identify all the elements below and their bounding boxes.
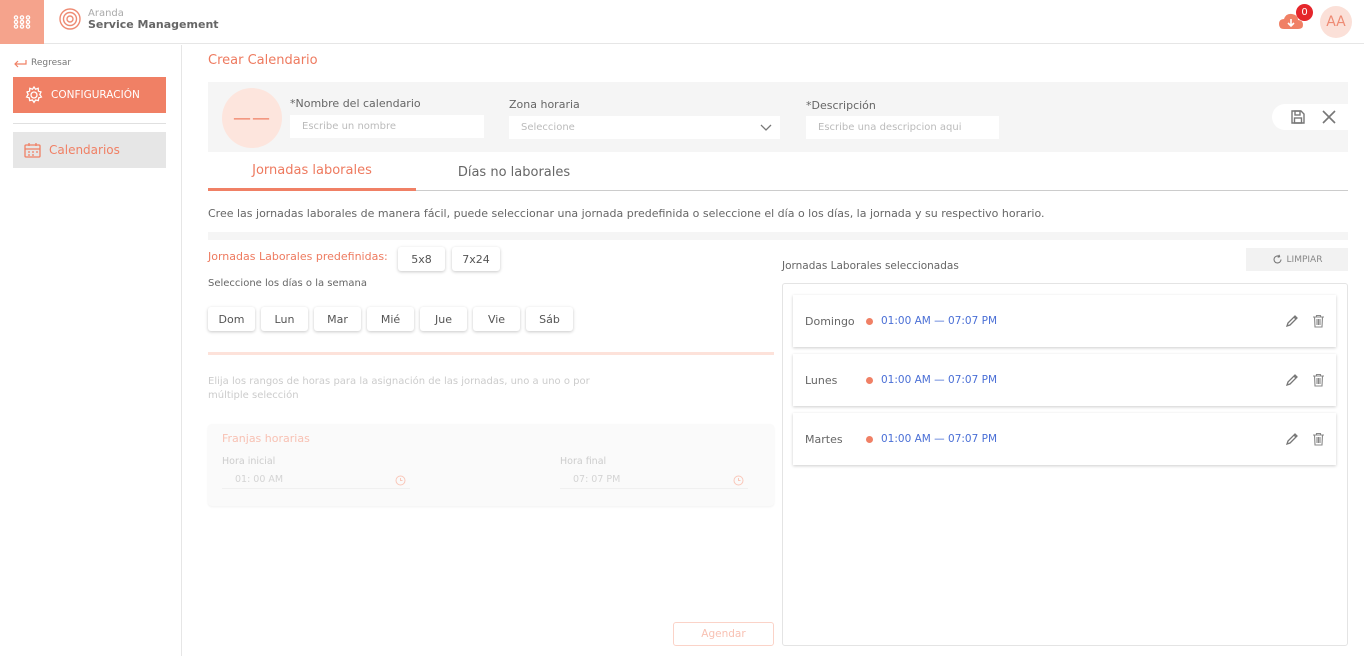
days-label: Seleccione los días o la semana (208, 278, 367, 289)
time-ranges-title: Franjas horarias (222, 432, 310, 445)
start-time-input[interactable]: 01: 00 AM (222, 471, 410, 489)
clear-label: LIMPIAR (1286, 254, 1323, 265)
day-button-jue[interactable]: Jue (420, 307, 467, 331)
day-button-mar[interactable]: Mar (314, 307, 361, 331)
timezone-placeholder: Seleccione (521, 122, 575, 133)
sidebar-item-calendarios[interactable]: Calendarios (13, 132, 166, 168)
trash-icon[interactable] (1312, 432, 1325, 446)
day-time-range: 01:00 AM — 07:07 PM (881, 433, 998, 445)
tab-jornadas-laborales[interactable]: Jornadas laborales (208, 153, 416, 191)
back-link[interactable]: Regresar (13, 58, 71, 68)
clock-icon (395, 475, 406, 486)
day-button-mie[interactable]: Mié (367, 307, 414, 331)
user-avatar[interactable]: AA (1320, 6, 1352, 38)
list-item: Martes 01:00 AM — 07:07 PM (793, 413, 1336, 465)
day-time-range: 01:00 AM — 07:07 PM (881, 374, 998, 386)
end-time-value: 07: 07 PM (573, 474, 621, 485)
day-button-sab[interactable]: Sáb (526, 307, 573, 331)
save-icon[interactable] (1290, 109, 1306, 125)
predefined-label: Jornadas Laborales predefinidas: (208, 250, 388, 263)
configuration-button[interactable]: CONFIGURACIÓN (13, 77, 166, 113)
agendar-button[interactable]: Agendar (673, 622, 774, 646)
day-name: Martes (805, 432, 843, 446)
refresh-icon (1272, 254, 1282, 264)
brand-product: Service Management (88, 18, 219, 31)
status-dot (866, 317, 873, 325)
timezone-field-label: Zona horaria (509, 98, 580, 111)
end-time-input[interactable]: 07: 07 PM (560, 471, 748, 489)
clock-icon (733, 475, 744, 486)
end-time-label: Hora final (560, 456, 607, 467)
start-time-value: 01: 00 AM (235, 474, 284, 485)
tab-dias-no-laborales[interactable]: Días no laborales (416, 153, 612, 191)
clear-button[interactable]: LIMPIAR (1246, 248, 1348, 271)
aranda-logo-icon (59, 8, 81, 30)
calendar-avatar: —— (222, 88, 282, 148)
preset-5x8-button[interactable]: 5x8 (398, 247, 445, 271)
edit-icon[interactable] (1285, 432, 1299, 446)
day-button-lun[interactable]: Lun (261, 307, 308, 331)
configuration-label: CONFIGURACIÓN (51, 89, 140, 101)
start-time-label: Hora inicial (222, 456, 276, 467)
ranges-hint: Elija los rangos de horas para la asigna… (208, 376, 590, 401)
close-icon[interactable] (1321, 109, 1337, 125)
description-input[interactable]: Escribe una descripcion aqui (806, 116, 999, 139)
edit-icon[interactable] (1285, 314, 1299, 328)
preset-7x24-button[interactable]: 7x24 (452, 247, 500, 271)
grid-icon (13, 15, 31, 29)
day-button-vie[interactable]: Vie (473, 307, 520, 331)
back-label: Regresar (31, 58, 72, 68)
sidebar-item-label: Calendarios (49, 143, 120, 157)
time-ranges-card: Franjas horarias Hora inicial 01: 00 AM … (208, 424, 774, 506)
back-arrow-icon (14, 59, 27, 67)
sidebar-divider (13, 123, 166, 124)
sidebar: Regresar CONFIGURACIÓN Calendarios (0, 45, 182, 656)
description-field-label: *Descripción (806, 99, 876, 112)
selected-label: Jornadas Laborales seleccionadas (782, 260, 959, 272)
apps-menu-button[interactable] (0, 0, 44, 44)
status-dot (866, 435, 873, 443)
trash-icon[interactable] (1312, 314, 1325, 328)
gear-icon (25, 86, 43, 104)
section-progress-line (208, 352, 774, 355)
chevron-down-icon (760, 124, 772, 131)
list-item: Domingo 01:00 AM — 07:07 PM (793, 295, 1336, 347)
calendar-name-input[interactable]: Escribe un nombre (290, 115, 484, 138)
day-time-range: 01:00 AM — 07:07 PM (881, 315, 998, 327)
selected-list: Domingo 01:00 AM — 07:07 PM Lunes 01:00 … (782, 283, 1348, 646)
name-field-label: *Nombre del calendario (290, 97, 421, 110)
day-name: Lunes (805, 373, 838, 387)
calendar-icon (24, 142, 41, 158)
trash-icon[interactable] (1312, 373, 1325, 387)
intro-text: Cree las jornadas laborales de manera fá… (208, 207, 1045, 220)
list-item: Lunes 01:00 AM — 07:07 PM (793, 354, 1336, 406)
tabs: Jornadas laborales Días no laborales (208, 153, 1348, 191)
notification-badge: 0 (1296, 4, 1313, 21)
brand-logo: Aranda Service Management (58, 7, 219, 31)
page-title: Crear Calendario (208, 53, 318, 68)
header-actions (1272, 104, 1348, 130)
status-dot (866, 376, 873, 384)
day-name: Domingo (805, 314, 855, 328)
top-bar: Aranda Service Management 0 AA (0, 0, 1364, 44)
timezone-select[interactable]: Seleccione (509, 116, 780, 139)
edit-icon[interactable] (1285, 373, 1299, 387)
day-button-dom[interactable]: Dom (208, 307, 255, 331)
section-divider (208, 232, 1348, 240)
